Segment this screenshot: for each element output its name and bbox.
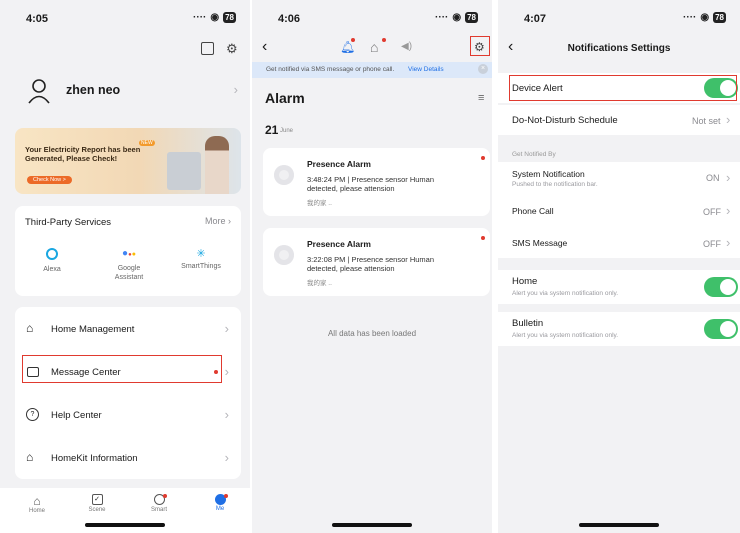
- help-icon: ?: [26, 408, 39, 421]
- alarm-card[interactable]: Presence Alarm 3:22:08 PM | Presence sen…: [263, 228, 490, 296]
- screen-alarm: 4:06 ···· ◉ 78 ‹ 🔔︎ ⌂ ◀︎) ⚙ Get notified v…: [252, 0, 492, 533]
- chevron-right-icon: ›: [726, 112, 731, 127]
- smartthings-icon: ✳: [196, 248, 206, 260]
- wifi-icon: ◉: [452, 12, 462, 23]
- signal-icon: ····: [193, 12, 207, 23]
- user-name: zhen neo: [66, 83, 121, 97]
- status-bar: 4:06 ···· ◉ 78: [252, 10, 492, 28]
- battery-icon: 78: [713, 12, 726, 23]
- status-time: 4:07: [524, 13, 547, 25]
- status-time: 4:06: [278, 13, 301, 25]
- settings-gear-icon[interactable]: ⚙: [226, 41, 238, 57]
- notification-channels: System Notification Pushed to the notifi…: [498, 162, 740, 258]
- unread-dot: [481, 156, 485, 160]
- speaker-tab-icon[interactable]: ◀︎): [401, 41, 412, 52]
- homekit-icon: ⌂: [26, 450, 34, 464]
- battery-icon: 78: [465, 12, 478, 23]
- page-title: Alarm: [265, 90, 305, 106]
- menu-card: ⌂ Home Management › Message Center › ? H…: [15, 307, 241, 479]
- user-avatar-icon: [28, 79, 50, 104]
- signal-icon: ····: [435, 12, 449, 23]
- signal-icon: ····: [683, 12, 697, 23]
- date-month: June: [280, 128, 294, 134]
- home-alert-badge-dot: [382, 38, 386, 42]
- menu-homekit-information[interactable]: ⌂ HomeKit Information ›: [15, 444, 241, 472]
- home-indicator: [579, 523, 659, 527]
- alexa-icon: [46, 248, 58, 260]
- sensor-icon: [274, 245, 294, 265]
- bulletin-notification-row: Bulletin Alert you via system notificati…: [498, 312, 740, 346]
- close-icon[interactable]: ×: [478, 64, 488, 74]
- scene-tab-icon: ✓: [91, 494, 103, 505]
- system-notification-row[interactable]: System Notification Pushed to the notifi…: [498, 162, 740, 194]
- bulletin-toggle[interactable]: [704, 319, 738, 339]
- tab-smart[interactable]: Smart: [144, 494, 174, 513]
- third-party-card: Third-Party Services More › Alexa ●●● Go…: [15, 206, 241, 296]
- sms-message-row[interactable]: SMS Message OFF ›: [498, 228, 740, 258]
- section-header: Get Notified By: [512, 151, 556, 158]
- chevron-right-icon: ›: [726, 235, 731, 250]
- screen-me: 4:05 ···· ◉ 78 ⚙ zhen neo › NEW Your Elect…: [0, 0, 250, 533]
- home-toggle[interactable]: [704, 277, 738, 297]
- wifi-icon: ◉: [700, 12, 710, 23]
- smartthings-item[interactable]: ✳ SmartThings: [173, 248, 229, 270]
- profile-row[interactable]: zhen neo ›: [28, 76, 238, 106]
- unread-dot: [481, 236, 485, 240]
- date-day: 21: [265, 123, 279, 137]
- phone-call-row[interactable]: Phone Call OFF ›: [498, 196, 740, 226]
- electricity-banner[interactable]: NEW Your Electricity Report has been Gen…: [15, 128, 241, 194]
- home-alert-tab-icon[interactable]: ⌂: [370, 39, 378, 55]
- scan-icon[interactable]: [201, 42, 214, 55]
- alarm-card[interactable]: Presence Alarm 3:48:24 PM | Presence sen…: [263, 148, 490, 216]
- sensor-icon: [274, 165, 294, 185]
- screen-notification-settings: 4:07 ···· ◉ 78 ‹ Notifications Settings De…: [498, 0, 740, 533]
- highlight-device-alert: [509, 75, 737, 101]
- home-notification-row: Home Alert you via system notification o…: [498, 270, 740, 304]
- list-footer: All data has been loaded: [327, 329, 417, 338]
- chevron-right-icon: ›: [224, 364, 229, 379]
- me-badge-dot: [224, 494, 228, 498]
- wifi-icon: ◉: [210, 12, 220, 23]
- home-indicator: [85, 523, 165, 527]
- smart-badge-dot: [163, 494, 167, 498]
- banner-appliance-illustration: [167, 152, 201, 190]
- menu-help-center[interactable]: ? Help Center ›: [15, 401, 241, 429]
- dnd-schedule-row[interactable]: Do-Not-Disturb Schedule Not set ›: [498, 105, 740, 135]
- google-assistant-icon: ●●●: [122, 248, 136, 259]
- third-party-title: Third-Party Services: [25, 217, 112, 228]
- view-details-link[interactable]: View Details: [408, 66, 444, 73]
- home-indicator: [332, 523, 412, 527]
- more-link[interactable]: More ›: [205, 216, 231, 226]
- chevron-right-icon: ›: [233, 82, 238, 97]
- highlight-message-center: [22, 355, 222, 383]
- chevron-right-icon: ›: [224, 450, 229, 465]
- sms-notice-bar[interactable]: Get notified via SMS message or phone ca…: [252, 62, 492, 78]
- home-tab-icon: ⌂: [33, 494, 41, 508]
- chevron-right-icon: ›: [726, 170, 731, 185]
- tab-scene[interactable]: ✓ Scene: [82, 494, 112, 513]
- tab-me[interactable]: Me: [205, 494, 235, 512]
- banner-woman-illustration: [205, 136, 229, 194]
- battery-icon: 78: [223, 12, 236, 23]
- filter-icon[interactable]: ≡: [478, 92, 484, 104]
- house-icon: ⌂: [26, 321, 34, 335]
- chevron-right-icon: ›: [224, 407, 229, 422]
- status-time: 4:05: [26, 13, 49, 25]
- status-bar: 4:05 ···· ◉ 78: [0, 10, 250, 28]
- alexa-item[interactable]: Alexa: [37, 248, 67, 273]
- google-assistant-item[interactable]: ●●● Google Assistant: [103, 248, 155, 282]
- bell-tab-icon[interactable]: 🔔︎: [340, 40, 355, 54]
- status-bar: 4:07 ···· ◉ 78: [498, 10, 740, 28]
- chevron-right-icon: ›: [224, 321, 229, 336]
- tab-home[interactable]: ⌂ Home: [22, 494, 52, 514]
- highlight-settings-gear: [470, 36, 490, 56]
- menu-home-management[interactable]: ⌂ Home Management ›: [15, 315, 241, 343]
- bell-badge-dot: [351, 38, 355, 42]
- banner-title: Your Electricity Report has been Generat…: [25, 145, 141, 163]
- back-chevron-icon[interactable]: ‹: [262, 38, 267, 56]
- check-now-button[interactable]: Check Now >: [27, 176, 72, 184]
- chevron-right-icon: ›: [726, 203, 731, 218]
- page-title: Notifications Settings: [567, 43, 671, 54]
